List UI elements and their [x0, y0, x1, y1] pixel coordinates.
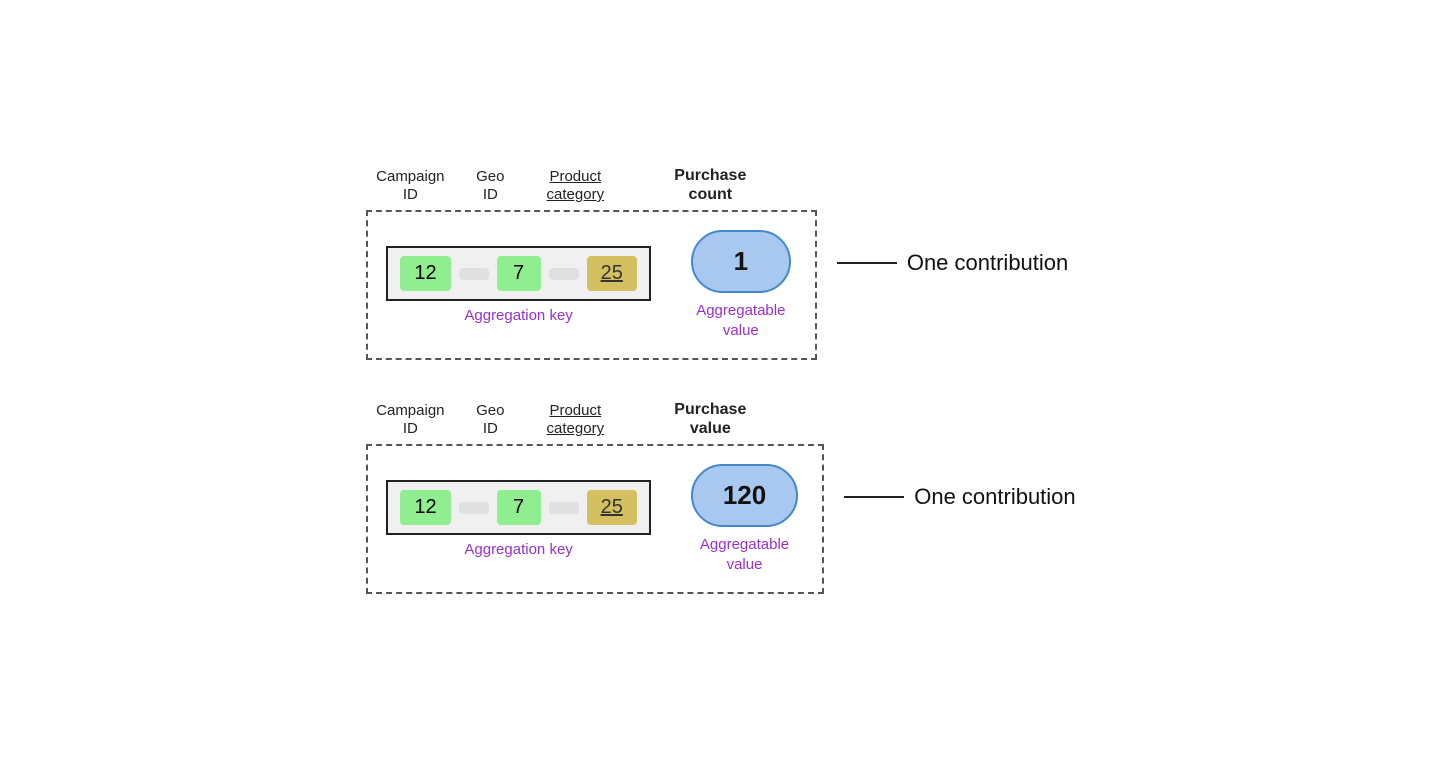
dashed-box-2: 12 7 25 Aggregation key 120 Aggregatable…	[366, 444, 824, 594]
geo-id-header-2: GeoID	[450, 402, 530, 438]
spacer-2a	[459, 502, 489, 514]
contribution-block-2: CampaignID GeoID Productcategory Purchas…	[366, 400, 1075, 594]
spacer-2b	[549, 502, 579, 514]
block1-wrapper: CampaignID GeoID Productcategory Purchas…	[366, 166, 817, 360]
col-headers-1: CampaignID GeoID Productcategory Purchas…	[366, 166, 817, 204]
spacer-1b	[549, 268, 579, 280]
dashed-box-1: 12 7 25 Aggregation key 1 Aggregatableva…	[366, 210, 817, 360]
contribution-connector-2: One contribution	[844, 484, 1075, 510]
purchase-value-header-2: Purchasevalue	[650, 400, 770, 438]
campaign-id-header-2: CampaignID	[370, 402, 450, 438]
product-category-header-1: Productcategory	[530, 168, 620, 204]
agg-value-label-1: Aggregatablevalue	[696, 301, 785, 340]
product-value-2: 25	[587, 490, 637, 525]
key-section-1: 12 7 25 Aggregation key	[386, 246, 651, 324]
h-line-2	[844, 496, 904, 498]
value-bubble-wrapper-1: 1 Aggregatablevalue	[691, 230, 791, 340]
h-line-1	[837, 262, 897, 264]
value-bubble-2: 120	[691, 464, 798, 527]
col-headers-2: CampaignID GeoID Productcategory Purchas…	[366, 400, 824, 438]
contribution-label-1: One contribution	[907, 250, 1068, 276]
contribution-label-2: One contribution	[914, 484, 1075, 510]
geo-value-2: 7	[497, 490, 541, 525]
main-container: CampaignID GeoID Productcategory Purchas…	[326, 146, 1115, 615]
spacer-1a	[459, 268, 489, 280]
agg-key-label-1: Aggregation key	[386, 307, 651, 324]
campaign-value-2: 12	[400, 490, 450, 525]
block2-wrapper: CampaignID GeoID Productcategory Purchas…	[366, 400, 824, 594]
value-bubble-1: 1	[691, 230, 791, 293]
purchase-count-header-1: Purchasecount	[650, 166, 770, 204]
key-box-2: 12 7 25	[386, 480, 651, 535]
geo-id-header-1: GeoID	[450, 168, 530, 204]
agg-value-label-2: Aggregatablevalue	[700, 535, 789, 574]
contribution-connector-1: One contribution	[837, 250, 1068, 276]
key-section-2: 12 7 25 Aggregation key	[386, 480, 651, 558]
contribution-block-1: CampaignID GeoID Productcategory Purchas…	[366, 166, 1075, 360]
geo-value-1: 7	[497, 256, 541, 291]
product-value-1: 25	[587, 256, 637, 291]
campaign-value-1: 12	[400, 256, 450, 291]
key-box-1: 12 7 25	[386, 246, 651, 301]
agg-key-label-2: Aggregation key	[386, 541, 651, 558]
value-bubble-wrapper-2: 120 Aggregatablevalue	[691, 464, 798, 574]
product-category-header-2: Productcategory	[530, 402, 620, 438]
campaign-id-header-1: CampaignID	[370, 168, 450, 204]
